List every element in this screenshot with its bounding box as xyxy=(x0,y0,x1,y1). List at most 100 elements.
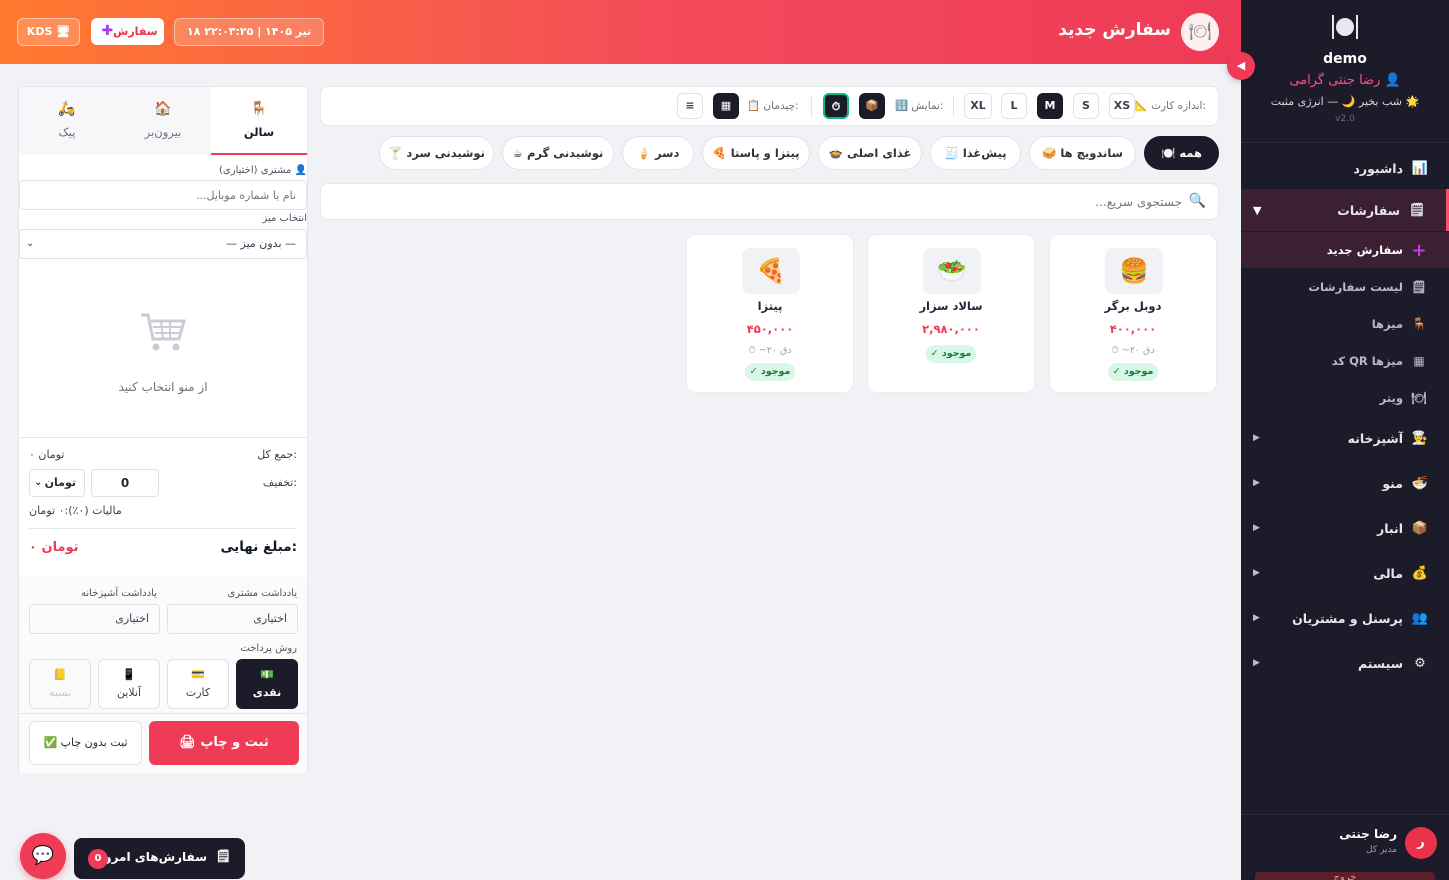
logout-button[interactable]: خروج xyxy=(1255,872,1435,880)
salad-icon: 🥗 xyxy=(923,248,981,294)
payment-method-label: روش پرداخت xyxy=(240,643,297,654)
sidebar-subitem-tables[interactable]: 🪑 میزها xyxy=(1241,306,1449,342)
tab-delivery[interactable]: 🛵 پیک xyxy=(19,87,115,155)
sidebar-subitem-waiter[interactable]: 🍽 ویتر xyxy=(1241,380,1449,416)
list-icon: ≡ xyxy=(685,99,695,112)
cutlery-logo-icon xyxy=(1332,15,1358,39)
layout-list-button[interactable]: ≡ xyxy=(677,93,703,119)
display-time-toggle[interactable]: ⏱ xyxy=(823,93,849,119)
size-xl-button[interactable]: XL xyxy=(964,93,992,119)
kds-button[interactable]: KDS 🖥 xyxy=(17,18,80,46)
customer-note-label: یادداشت مشتری xyxy=(227,588,297,599)
sidebar-item-kitchen[interactable]: 👨‍🍳 آشپزخانه ▶ xyxy=(1241,418,1449,458)
payment-credit-button[interactable]: 📒 نسیه xyxy=(29,659,91,709)
size-xs-button[interactable]: XS xyxy=(1109,93,1135,119)
sidebar-item-system[interactable]: ⚙ سیستم ▶ xyxy=(1241,643,1449,683)
product-price: ۴۰۰,۰۰۰ xyxy=(1109,322,1157,336)
sidebar-collapse-button[interactable]: ◀ xyxy=(1227,52,1255,80)
user-greeting: رضا جنتی گرامی 👤 xyxy=(1289,73,1401,88)
category-appetizer[interactable]: 🧾 پیش‌غذا xyxy=(930,136,1021,170)
cocktail-icon: 🍸 xyxy=(388,146,403,160)
tab-dine-in[interactable]: 🪑 سالن xyxy=(211,87,307,155)
chevron-right-icon: ▶ xyxy=(1253,478,1260,488)
sidebar-item-dashboard[interactable]: 📊 داشبورد xyxy=(1241,148,1449,188)
box-icon: 📦 xyxy=(865,99,879,112)
chevron-down-icon: ⌄ xyxy=(34,477,43,488)
tax-line: مالیات (۰٪):۰ تومان xyxy=(29,504,122,517)
empty-cart-text: از منو انتخاب کنید xyxy=(118,380,208,394)
chair-icon: 🪑 xyxy=(1411,317,1427,331)
submit-no-print-button[interactable]: ✅ ثبت بدون چاپ xyxy=(29,721,142,765)
category-dessert[interactable]: 🍦 دسر xyxy=(622,136,694,170)
payment-cash-button[interactable]: 💵 نقدی xyxy=(236,659,298,709)
category-all[interactable]: 🍽️ همه xyxy=(1144,136,1219,170)
sidebar-subitem-new-order[interactable]: + سفارش جدید xyxy=(1241,232,1449,268)
monitor-icon: 🖥 xyxy=(56,25,71,38)
submit-print-button[interactable]: 🖨 ثبت و چاپ xyxy=(149,721,299,765)
payment-card-button[interactable]: 💳 کارت xyxy=(167,659,229,709)
check-icon: ✅ xyxy=(43,736,58,749)
category-main-course[interactable]: 🍲 غذای اصلی xyxy=(818,136,922,170)
product-prep-time: ⏱ ~۲۰ دق xyxy=(748,345,792,356)
stock-badge: ✓ موجود xyxy=(745,363,795,381)
sidebar-item-inventory[interactable]: 📦 انبار ▶ xyxy=(1241,508,1449,548)
customer-input[interactable] xyxy=(19,180,307,210)
chef-icon: 👨‍🍳 xyxy=(1411,430,1429,446)
receipt-icon: 🗒 xyxy=(215,849,231,863)
size-m-button[interactable]: M xyxy=(1037,93,1063,119)
size-l-button[interactable]: L xyxy=(1001,93,1027,119)
category-sandwiches[interactable]: 🥪 ساندویچ ها xyxy=(1029,136,1136,170)
chat-bubble-icon: 💬 xyxy=(31,845,55,866)
product-price: ۲,۹۸۰,۰۰۰ xyxy=(922,322,980,336)
sidebar-item-menu[interactable]: 🍜 منو ▶ xyxy=(1241,463,1449,503)
order-type-tabs: 🪑 سالن 🏠 بیرون‌بر 🛵 پیک xyxy=(19,87,307,155)
category-pizza-pasta[interactable]: 🍕 پیتزا و پاستا xyxy=(702,136,810,170)
product-card[interactable]: 🍔 دوبل برگر ۴۰۰,۰۰۰ ⏱ ~۲۰ دق ✓ موجود xyxy=(1049,234,1217,393)
display-label: 🔢 نمایش: xyxy=(895,100,944,112)
sidebar-item-staff-customers[interactable]: 👥 پرسنل و مشتریان ▶ xyxy=(1241,598,1449,638)
quick-search: 🔍 xyxy=(320,183,1219,220)
chevron-right-icon: ▶ xyxy=(1253,568,1260,578)
sidebar-profile: demo رضا جنتی گرامی 👤 شب بخیر 🌙 — انرژی … xyxy=(1241,0,1449,143)
kitchen-note-input[interactable]: اختیاری xyxy=(29,604,160,634)
discount-label: تخفیف: xyxy=(262,476,297,489)
product-prep-time: ⏱ ~۲۰ دق xyxy=(1111,345,1155,356)
payment-online-button[interactable]: 📱 آنلاین xyxy=(98,659,160,709)
toolbar-divider xyxy=(953,95,954,117)
product-name: پیتزا xyxy=(757,299,783,313)
chevron-left-icon: ◀ xyxy=(1236,59,1246,72)
product-price: ۴۵۰,۰۰۰ xyxy=(746,322,794,336)
card-icon: 💳 xyxy=(191,668,205,681)
discount-input[interactable]: 0 xyxy=(91,469,159,497)
layout-label: 📋 چیدمان: xyxy=(747,100,799,112)
chat-button[interactable]: 💬 xyxy=(20,833,66,879)
layout-icon: 📋 xyxy=(747,100,761,112)
avatar[interactable]: ر xyxy=(1405,827,1437,859)
layout-grid-button[interactable]: ▦ xyxy=(713,93,739,119)
pizza-icon: 🍕 xyxy=(742,248,800,294)
customer-note-input[interactable]: اختیاری xyxy=(167,604,298,634)
stock-badge: ✓ موجود xyxy=(926,345,976,363)
sidebar-subitem-order-list[interactable]: 🗒 لیست سفارشات xyxy=(1241,269,1449,305)
search-input[interactable] xyxy=(362,191,1182,213)
category-cold-drinks[interactable]: 🍸 نوشیدنی سرد xyxy=(379,136,494,170)
display-image-toggle[interactable]: 📦 xyxy=(859,93,885,119)
product-card[interactable]: 🥗 سالاد سزار ۲,۹۸۰,۰۰۰ ✓ موجود xyxy=(867,234,1035,393)
box-icon: 📦 xyxy=(1411,520,1429,536)
category-hot-drinks[interactable]: ☕ نوشیدنی گرم xyxy=(502,136,614,170)
card-size-label: 📐 اندازه کارت: xyxy=(1134,100,1206,112)
plus-icon: ✚ xyxy=(101,23,114,39)
today-orders-button[interactable]: 🗒 سفارش‌های امروز 0 xyxy=(74,838,245,879)
new-order-button[interactable]: ✚سفارش xyxy=(91,18,164,45)
sidebar-subitem-table-qr[interactable]: ▦ کد QR میزها xyxy=(1241,343,1449,379)
order-panel: 🪑سالن 🏠بیرون‌بر 🛵پیک مشتری (اختیاری) 👤 ا… xyxy=(18,86,308,773)
sidebar-item-orders[interactable]: 🗒 سفارشات ▼ xyxy=(1241,189,1449,231)
discount-unit-select[interactable]: ⌄ تومان xyxy=(29,469,85,497)
tab-takeaway[interactable]: 🏠 بیرون‌بر xyxy=(115,87,211,155)
top-header: 🍽 سفارش جدید ۱۸ تیر ۱۴۰۵ | ۲۲:۰۳:۲۵ ✚سفا… xyxy=(0,0,1241,64)
plate-icon: 🍽️ xyxy=(1160,146,1176,160)
table-select[interactable]: — بدون میز — ⌄ xyxy=(19,229,307,259)
sidebar-item-finance[interactable]: 💰 مالی ▶ xyxy=(1241,553,1449,593)
product-card[interactable]: 🍕 پیتزا ۴۵۰,۰۰۰ ⏱ ~۲۰ دق ✓ موجود xyxy=(686,234,854,393)
size-s-button[interactable]: S xyxy=(1073,93,1099,119)
